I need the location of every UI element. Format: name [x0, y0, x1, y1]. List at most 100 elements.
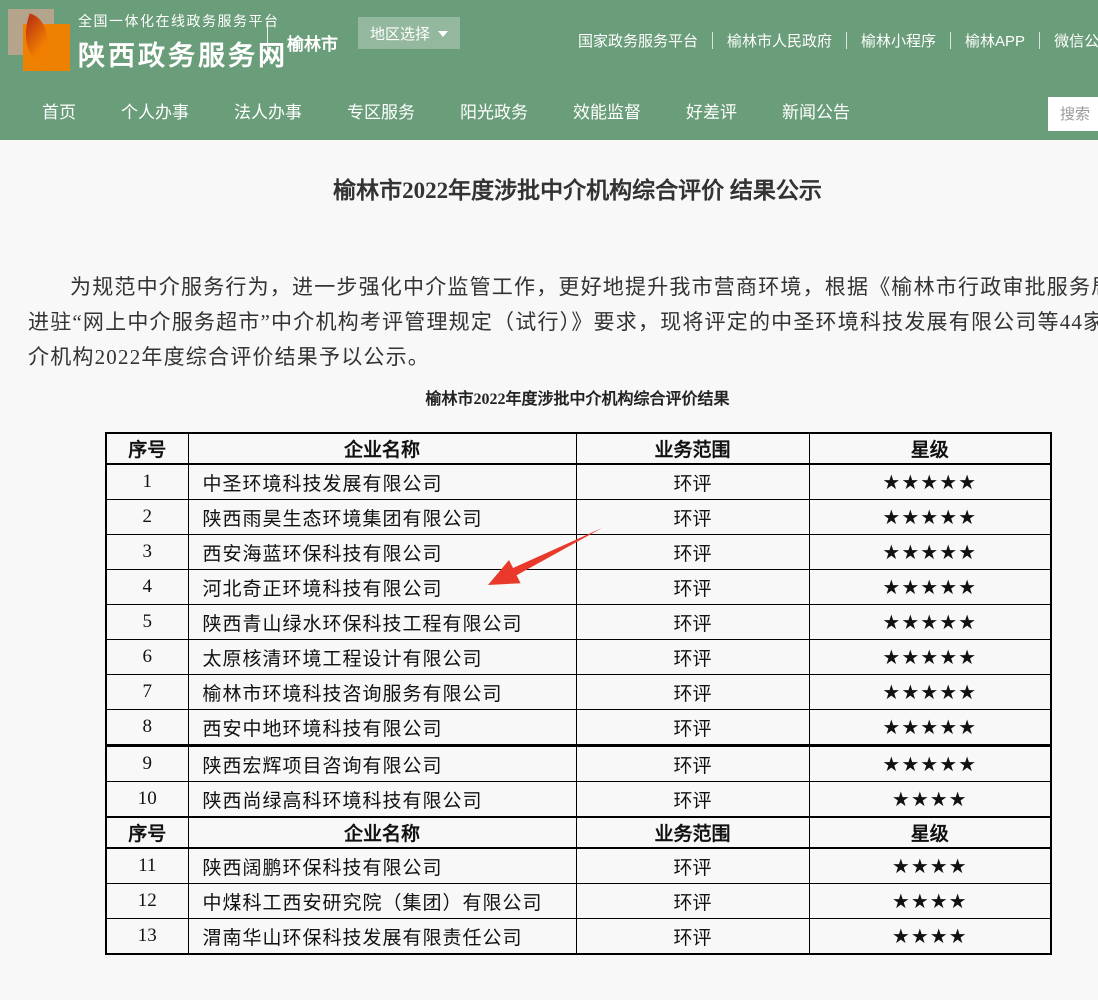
link-divider [1039, 32, 1040, 49]
page-title: 榆林市2022年度涉批中介机构综合评价 结果公示 [0, 176, 1098, 206]
link-divider [846, 32, 847, 49]
nav-item[interactable]: 阳光政务 [460, 98, 528, 123]
cell-scope: 环评 [576, 605, 809, 640]
cell-num: 13 [106, 919, 188, 955]
table-row: 4河北奇正环境科技有限公司环评★★★★★ [106, 570, 1051, 605]
cell-scope: 环评 [576, 675, 809, 710]
column-header: 星级 [809, 817, 1051, 848]
table-row: 6太原核清环境工程设计有限公司环评★★★★★ [106, 640, 1051, 675]
cell-name: 陕西青山绿水环保科技工程有限公司 [188, 605, 576, 640]
table-row: 3西安海蓝环保科技有限公司环评★★★★★ [106, 535, 1051, 570]
cell-num: 2 [106, 500, 188, 535]
paragraph-line: 进驻“网上中介服务超市”中介机构考评管理规定（试行）》要求，现将评定的中圣环境科… [0, 305, 1098, 340]
cell-name: 太原核清环境工程设计有限公司 [188, 640, 576, 675]
cell-num: 4 [106, 570, 188, 605]
cell-name: 陕西尚绿高科环境科技有限公司 [188, 782, 576, 818]
cell-num: 8 [106, 710, 188, 746]
results-table-body: 序号企业名称业务范围星级1中圣环境科技发展有限公司环评★★★★★2陕西雨昊生态环… [106, 433, 1051, 954]
nav-item[interactable]: 专区服务 [347, 98, 415, 123]
table-header-row: 序号企业名称业务范围星级 [106, 433, 1051, 464]
cell-stars: ★★★★ [809, 782, 1051, 818]
cell-scope: 环评 [576, 782, 809, 818]
cell-scope: 环评 [576, 710, 809, 746]
region-selector-button[interactable]: 地区选择 [358, 17, 460, 49]
site-header: 全国一体化在线政务服务平台 陕西政务服务网 榆林市 地区选择 国家政务服务平台 榆… [0, 0, 1098, 140]
cell-name: 中煤科工西安研究院（集团）有限公司 [188, 884, 576, 919]
table-row: 1中圣环境科技发展有限公司环评★★★★★ [106, 464, 1051, 500]
table-caption: 榆林市2022年度涉批中介机构综合评价结果 [0, 389, 1098, 411]
top-link[interactable]: 微信公众号 [1054, 30, 1098, 51]
link-divider [950, 32, 951, 49]
cell-scope: 环评 [576, 464, 809, 500]
cell-num: 12 [106, 884, 188, 919]
cell-stars: ★★★★★ [809, 675, 1051, 710]
nav-item[interactable]: 新闻公告 [782, 98, 850, 123]
column-header: 业务范围 [576, 817, 809, 848]
paragraph-line: 介机构2022年度综合评价结果予以公示。 [0, 340, 1098, 375]
current-city-label: 榆林市 [287, 30, 338, 55]
nav-item[interactable]: 法人办事 [234, 98, 302, 123]
cell-num: 11 [106, 848, 188, 884]
cell-num: 6 [106, 640, 188, 675]
top-link[interactable]: 榆林市人民政府 [727, 30, 832, 51]
cell-num: 9 [106, 746, 188, 782]
nav-item[interactable]: 首页 [42, 98, 76, 123]
announcement-document: 榆林市2022年度涉批中介机构综合评价 结果公示 为规范中介服务行为，进一步强化… [0, 176, 1098, 955]
table-row: 8西安中地环境科技有限公司环评★★★★★ [106, 710, 1051, 746]
main-nav: 首页 个人办事 法人办事 专区服务 阳光政务 效能监督 好差评 新闻公告 [0, 80, 1098, 140]
table-row: 11陕西阔鹏环保科技有限公司环评★★★★ [106, 848, 1051, 884]
cell-num: 5 [106, 605, 188, 640]
column-header: 企业名称 [188, 817, 576, 848]
cell-name: 陕西宏辉项目咨询有限公司 [188, 746, 576, 782]
cell-scope: 环评 [576, 535, 809, 570]
cell-scope: 环评 [576, 919, 809, 955]
cell-stars: ★★★★ [809, 884, 1051, 919]
cell-stars: ★★★★★ [809, 710, 1051, 746]
link-divider [712, 32, 713, 49]
cell-stars: ★★★★★ [809, 570, 1051, 605]
nav-item[interactable]: 好差评 [686, 98, 737, 123]
cell-scope: 环评 [576, 848, 809, 884]
cell-name: 中圣环境科技发展有限公司 [188, 464, 576, 500]
table-row: 7榆林市环境科技咨询服务有限公司环评★★★★★ [106, 675, 1051, 710]
column-header: 企业名称 [188, 433, 576, 464]
column-header: 星级 [809, 433, 1051, 464]
cell-stars: ★★★★★ [809, 605, 1051, 640]
cell-stars: ★★★★★ [809, 640, 1051, 675]
cell-num: 3 [106, 535, 188, 570]
brand: 全国一体化在线政务服务平台 陕西政务服务网 [78, 11, 288, 73]
main-nav-items: 首页 个人办事 法人办事 专区服务 阳光政务 效能监督 好差评 新闻公告 [42, 80, 850, 140]
cell-scope: 环评 [576, 570, 809, 605]
cell-name: 河北奇正环境科技有限公司 [188, 570, 576, 605]
cell-name: 西安海蓝环保科技有限公司 [188, 535, 576, 570]
table-header-row: 序号企业名称业务范围星级 [106, 817, 1051, 848]
table-row: 5陕西青山绿水环保科技工程有限公司环评★★★★★ [106, 605, 1051, 640]
divider [267, 21, 268, 61]
paragraph-line: 为规范中介服务行为，进一步强化中介监管工作，更好地提升我市营商环境，根据《榆林市… [0, 270, 1098, 305]
results-table: 序号企业名称业务范围星级1中圣环境科技发展有限公司环评★★★★★2陕西雨昊生态环… [105, 432, 1052, 955]
table-row: 2陕西雨昊生态环境集团有限公司环评★★★★★ [106, 500, 1051, 535]
cell-stars: ★★★★ [809, 919, 1051, 955]
cell-name: 陕西阔鹏环保科技有限公司 [188, 848, 576, 884]
column-header: 序号 [106, 817, 188, 848]
cell-name: 陕西雨昊生态环境集团有限公司 [188, 500, 576, 535]
table-row: 13渭南华山环保科技发展有限责任公司环评★★★★ [106, 919, 1051, 955]
chevron-down-icon [438, 31, 448, 37]
top-link[interactable]: 榆林APP [965, 30, 1025, 51]
top-link[interactable]: 榆林小程序 [861, 30, 936, 51]
column-header: 序号 [106, 433, 188, 464]
announcement-paragraph: 为规范中介服务行为，进一步强化中介监管工作，更好地提升我市营商环境，根据《榆林市… [0, 270, 1098, 375]
cell-scope: 环评 [576, 640, 809, 675]
cell-name: 渭南华山环保科技发展有限责任公司 [188, 919, 576, 955]
search-input[interactable] [1048, 97, 1098, 131]
top-links: 国家政务服务平台榆林市人民政府榆林小程序榆林APP微信公众号注册 [578, 30, 1098, 51]
platform-name: 全国一体化在线政务服务平台 [78, 11, 288, 31]
table-row: 12中煤科工西安研究院（集团）有限公司环评★★★★ [106, 884, 1051, 919]
cell-stars: ★★★★ [809, 848, 1051, 884]
region-selector-label: 地区选择 [370, 26, 430, 43]
nav-item[interactable]: 效能监督 [573, 98, 641, 123]
top-link[interactable]: 国家政务服务平台 [578, 30, 698, 51]
cell-name: 榆林市环境科技咨询服务有限公司 [188, 675, 576, 710]
cell-num: 10 [106, 782, 188, 818]
nav-item[interactable]: 个人办事 [121, 98, 189, 123]
